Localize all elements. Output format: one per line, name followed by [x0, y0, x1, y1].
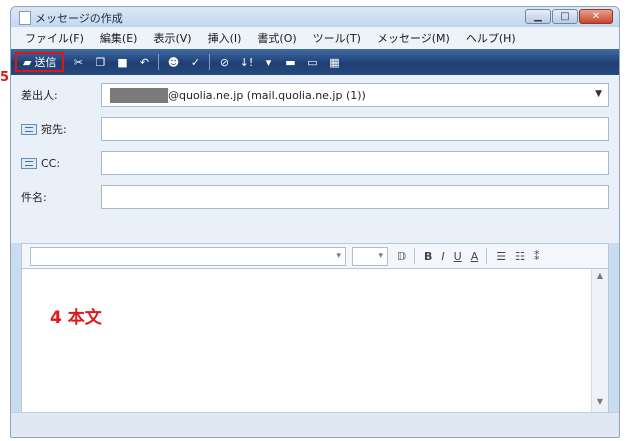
scroll-up-icon[interactable]: ▲: [592, 271, 608, 285]
from-value: @quolia.ne.jp (mail.quolia.ne.jp (1)): [168, 88, 366, 102]
address-book-icon: [21, 123, 37, 135]
from-select[interactable]: @quolia.ne.jp (mail.quolia.ne.jp (1)) ▼: [101, 83, 609, 107]
font-size-select[interactable]: ▾: [352, 246, 388, 266]
font-color-icon[interactable]: A: [471, 250, 479, 263]
format-toolbar: ▾ ▾ 𝔻 B I U A ☰ ☷ ⁑: [21, 243, 609, 269]
window-controls: ▁ □ ✕: [525, 9, 613, 24]
menu-view[interactable]: 表示(V): [153, 30, 191, 46]
new-message-icon: [19, 11, 31, 25]
chevron-down-icon[interactable]: ▾: [336, 251, 341, 261]
body-annotation: 4 本文: [50, 308, 102, 328]
paste-icon[interactable]: ■: [114, 54, 130, 70]
cc-label-wrap[interactable]: CC:: [21, 157, 91, 170]
priority-icon[interactable]: ↓!: [238, 54, 254, 70]
menu-insert[interactable]: 挿入(I): [208, 30, 242, 46]
title-bar[interactable]: メッセージの作成 ▁ □ ✕: [11, 7, 619, 27]
window-title: メッセージの作成: [35, 12, 123, 25]
send-label: 送信: [34, 56, 57, 69]
bullet-list-icon[interactable]: ☷: [515, 250, 525, 263]
numbered-list-icon[interactable]: ☰: [496, 250, 506, 263]
chevron-down-icon[interactable]: ▾: [378, 251, 383, 261]
scroll-down-icon[interactable]: ▼: [592, 397, 608, 411]
to-input[interactable]: [101, 117, 609, 141]
bold-icon[interactable]: B: [424, 250, 432, 263]
message-header: 差出人: @quolia.ne.jp (mail.quolia.ne.jp (1…: [11, 75, 619, 243]
redacted-username: [110, 87, 168, 103]
to-row: 宛先:: [21, 116, 609, 142]
toolbar: ▰ 送信 ✂ ❐ ■ ↶ ☻ ✓ ⊘ ↓! ▾ ▬ ▭ ▦: [11, 49, 619, 75]
from-row: 差出人: @quolia.ne.jp (mail.quolia.ne.jp (1…: [21, 82, 609, 108]
annotation-number-5: 5: [0, 70, 10, 85]
menu-tools[interactable]: ツール(T): [313, 30, 361, 46]
toolbar-divider: [209, 54, 211, 70]
from-label: 差出人:: [21, 89, 58, 102]
encrypt-icon[interactable]: ▭: [304, 54, 320, 70]
cc-row: CC:: [21, 150, 609, 176]
menu-bar: ファイル(F) 編集(E) 表示(V) 挿入(I) 書式(O) ツール(T) メ…: [11, 27, 619, 49]
to-label-wrap[interactable]: 宛先:: [21, 121, 91, 137]
offline-icon[interactable]: ▦: [326, 54, 342, 70]
cc-input[interactable]: [101, 151, 609, 175]
chevron-down-icon[interactable]: ▼: [595, 89, 602, 99]
undo-icon[interactable]: ↶: [136, 54, 152, 70]
underline-icon[interactable]: U: [454, 250, 462, 263]
send-icon: ▰: [23, 55, 32, 69]
italic-icon[interactable]: I: [441, 250, 444, 263]
minimize-button[interactable]: ▁: [525, 9, 551, 24]
priority-dropdown-icon[interactable]: ▾: [260, 54, 276, 70]
cut-icon[interactable]: ✂: [70, 54, 86, 70]
status-bar: [11, 412, 619, 437]
to-label: 宛先:: [41, 123, 67, 136]
copy-icon[interactable]: ❐: [92, 54, 108, 70]
menu-help[interactable]: ヘルプ(H): [466, 30, 516, 46]
subject-label: 件名:: [21, 191, 47, 204]
format-divider: [486, 248, 488, 264]
subject-row: 件名:: [21, 184, 609, 210]
toolbar-divider: [158, 54, 160, 70]
check-names-icon[interactable]: ☻: [165, 54, 181, 70]
compose-window: メッセージの作成 ▁ □ ✕ ファイル(F) 編集(E) 表示(V) 挿入(I)…: [10, 6, 620, 438]
paragraph-style-icon[interactable]: 𝔻: [397, 250, 406, 263]
menu-file[interactable]: ファイル(F): [25, 30, 84, 46]
body-scrollbar[interactable]: ▲ ▼: [591, 269, 608, 413]
message-body[interactable]: 4 本文 ▲ ▼: [21, 269, 609, 414]
menu-format[interactable]: 書式(O): [257, 30, 296, 46]
sign-icon[interactable]: ▬: [282, 54, 298, 70]
send-button[interactable]: ▰ 送信: [15, 52, 65, 72]
spelling-icon[interactable]: ✓: [187, 54, 203, 70]
close-button[interactable]: ✕: [579, 9, 613, 24]
font-select[interactable]: ▾: [30, 246, 346, 266]
indent-icon[interactable]: ⁑: [534, 250, 540, 263]
maximize-button[interactable]: □: [552, 9, 578, 24]
cc-label: CC:: [41, 156, 61, 170]
subject-input[interactable]: [101, 185, 609, 209]
address-book-icon: [21, 157, 37, 169]
menu-edit[interactable]: 編集(E): [100, 30, 138, 46]
attach-icon[interactable]: ⊘: [216, 54, 232, 70]
format-divider: [414, 248, 416, 264]
menu-message[interactable]: メッセージ(M): [377, 30, 450, 46]
